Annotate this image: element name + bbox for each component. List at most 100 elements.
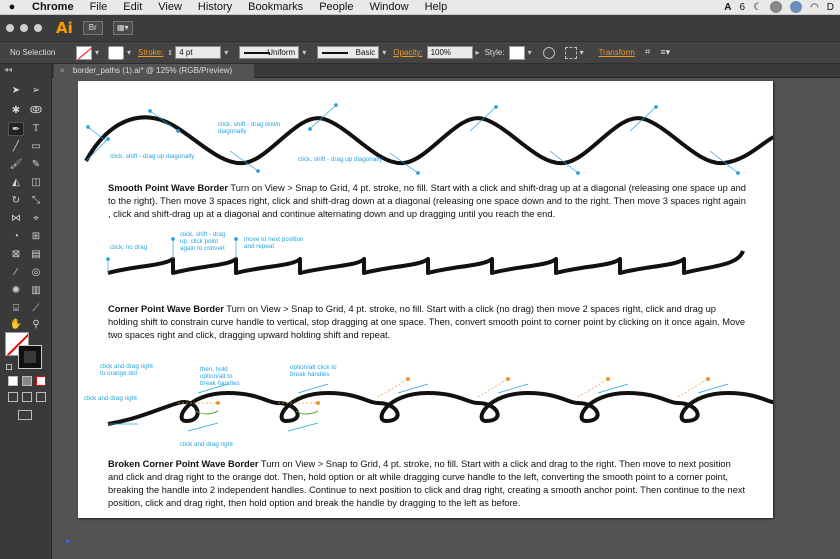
variable-width-profile[interactable]: Uniform xyxy=(239,46,300,59)
slice-tool-icon[interactable]: ⟋ xyxy=(28,302,44,316)
brush-definition[interactable]: Basic xyxy=(317,46,380,59)
magic-wand-tool-icon[interactable]: ✱ xyxy=(8,104,24,118)
line-tool-icon[interactable]: ╱ xyxy=(8,140,24,154)
document-tab[interactable]: × border_paths (1).ai* @ 125% (RGB/Previ… xyxy=(54,64,254,78)
zoom-window-button[interactable] xyxy=(34,24,42,32)
draw-inside-icon[interactable] xyxy=(36,392,46,402)
panel-options-icon[interactable]: ≡▾ xyxy=(660,47,670,58)
fill-dropdown-icon[interactable]: ▾ xyxy=(92,48,102,57)
moon-icon[interactable]: ☾ xyxy=(753,2,762,13)
eraser-tool-icon[interactable]: ◫ xyxy=(28,176,44,190)
stroke-panel-link[interactable]: Stroke: xyxy=(134,48,167,57)
menu-edit[interactable]: Edit xyxy=(115,1,150,13)
tools-collapse-icon[interactable]: ◂◂ xyxy=(0,64,51,76)
direct-selection-tool-icon[interactable]: ➢ xyxy=(28,84,44,98)
gradient-mode-icon[interactable] xyxy=(22,376,32,386)
rectangle-tool-icon[interactable]: ▭ xyxy=(28,140,44,154)
width-tool-icon[interactable]: ⋈ xyxy=(8,212,24,226)
shape-builder-tool-icon[interactable]: ◔ xyxy=(8,230,24,244)
chrome-icon[interactable] xyxy=(770,1,783,13)
zoom-tool-icon[interactable]: ⚲ xyxy=(28,318,44,332)
align-to-icon[interactable] xyxy=(564,46,577,59)
mesh-tool-icon[interactable]: ⊠ xyxy=(8,248,24,262)
artboard[interactable]: click, shift - drag down diagonally clic… xyxy=(78,81,773,518)
perspective-grid-tool-icon[interactable]: ⊞ xyxy=(28,230,44,244)
none-mode-icon[interactable] xyxy=(36,376,46,386)
adobe-count: 6 xyxy=(739,1,746,13)
profile-dropdown-icon[interactable]: ▾ xyxy=(299,48,309,57)
pencil-tool-icon[interactable]: ✎ xyxy=(28,158,44,172)
menu-people[interactable]: People xyxy=(311,1,361,13)
globe-icon[interactable] xyxy=(790,1,803,13)
screen-mode-icon[interactable] xyxy=(18,410,32,420)
default-colors-icon[interactable] xyxy=(6,364,12,370)
transform-panel-link[interactable]: Transform xyxy=(595,48,639,57)
user-icon[interactable]: D xyxy=(827,2,834,13)
menu-file[interactable]: File xyxy=(82,1,116,13)
pen-tool-icon[interactable]: ✒ xyxy=(8,122,24,136)
wave1-handles xyxy=(85,103,740,175)
status-tray: A 6 ☾ ◠ D xyxy=(724,1,840,13)
adobe-icon[interactable]: A xyxy=(724,2,731,13)
fill-swatch[interactable] xyxy=(76,45,92,60)
gradient-tool-icon[interactable]: ▤ xyxy=(28,248,44,262)
hand-tool-icon[interactable]: ✋ xyxy=(8,318,24,332)
menu-history[interactable]: History xyxy=(190,1,240,13)
stroke-weight-dropdown-icon[interactable]: ▾ xyxy=(221,48,231,57)
wifi-icon[interactable]: ◠ xyxy=(810,2,819,13)
selection-tool-icon[interactable]: ➤ xyxy=(8,84,24,98)
close-window-button[interactable] xyxy=(6,24,14,32)
opacity-panel-link[interactable]: Opacity: xyxy=(389,48,426,57)
corner-wave-path[interactable] xyxy=(107,250,745,275)
opacity-input[interactable]: 100% xyxy=(426,46,473,59)
column-graph-tool-icon[interactable]: ▥ xyxy=(28,284,44,298)
type-tool-icon[interactable]: T xyxy=(28,122,44,136)
stroke-swatch[interactable] xyxy=(108,45,124,60)
menu-chrome[interactable]: Chrome xyxy=(24,1,82,13)
wave1-annotation-drag-up-2: click, shift - drag up diagonally xyxy=(298,156,383,163)
stroke-weight-input[interactable]: 4 pt xyxy=(175,46,222,59)
scale-tool-icon[interactable]: ⤡ xyxy=(28,194,44,208)
stroke-stepper-icon[interactable]: ⇕ xyxy=(167,49,173,57)
isolate-icon[interactable]: ⌗ xyxy=(645,47,651,58)
blob-brush-tool-icon[interactable]: ◭ xyxy=(8,176,24,190)
color-mode-icon[interactable] xyxy=(8,376,18,386)
style-dropdown-icon[interactable]: ▾ xyxy=(525,48,535,57)
lasso-tool-icon[interactable]: ↂ xyxy=(28,104,44,118)
stroke-dropdown-icon[interactable]: ▾ xyxy=(124,48,134,57)
canvas-marker xyxy=(66,540,69,543)
document-tab-bar: × border_paths (1).ai* @ 125% (RGB/Previ… xyxy=(52,64,840,78)
graphic-style-swatch[interactable] xyxy=(508,45,525,60)
minimize-window-button[interactable] xyxy=(20,24,28,32)
illustrator-logo: Ai xyxy=(56,19,73,37)
wave2-annotation-convert: click, shift - drag up, click point agai… xyxy=(180,231,226,252)
wave3-annotation-drag-right-1: click and drag right xyxy=(84,395,137,402)
artboard-tool-icon[interactable]: ⌸ xyxy=(8,302,24,316)
draw-behind-icon[interactable] xyxy=(22,392,32,402)
menu-view[interactable]: View xyxy=(150,1,190,13)
rotate-tool-icon[interactable]: ↻ xyxy=(8,194,24,208)
align-dropdown-icon[interactable]: ▾ xyxy=(577,48,587,57)
opacity-dropdown-icon[interactable]: ▸ xyxy=(473,48,483,57)
smooth-wave-description: Smooth Point Wave Border Turn on View > … xyxy=(108,182,748,221)
wave3-annotation-orange-dot: click and drag right to orange dot xyxy=(100,363,153,377)
blend-tool-icon[interactable]: ◎ xyxy=(28,266,44,280)
close-tab-icon[interactable]: × xyxy=(60,66,65,75)
free-transform-tool-icon[interactable]: ⌖ xyxy=(28,212,44,226)
broken-corner-wave-path[interactable] xyxy=(107,391,773,426)
paintbrush-tool-icon[interactable]: 🖌 xyxy=(8,158,24,172)
eyedropper-tool-icon[interactable]: ⁄ xyxy=(8,266,24,280)
symbol-sprayer-tool-icon[interactable]: ✺ xyxy=(8,284,24,298)
wave3-annotation-drag-right-2: click and drag right xyxy=(180,441,233,448)
brush-dropdown-icon[interactable]: ▾ xyxy=(379,48,389,57)
drawing-mode-icon[interactable] xyxy=(8,392,18,402)
stroke-color-box[interactable] xyxy=(18,345,42,369)
bridge-button[interactable]: Br xyxy=(82,21,103,35)
apple-icon[interactable]: ● xyxy=(0,1,24,13)
arrange-documents-button[interactable]: ▦▾ xyxy=(112,21,133,35)
menu-help[interactable]: Help xyxy=(417,1,456,13)
menu-window[interactable]: Window xyxy=(361,1,416,13)
wave3-annotation-option-click: option/alt click to break handles xyxy=(290,364,337,378)
recolor-artwork-icon[interactable] xyxy=(542,46,555,59)
menu-bookmarks[interactable]: Bookmarks xyxy=(240,1,311,13)
